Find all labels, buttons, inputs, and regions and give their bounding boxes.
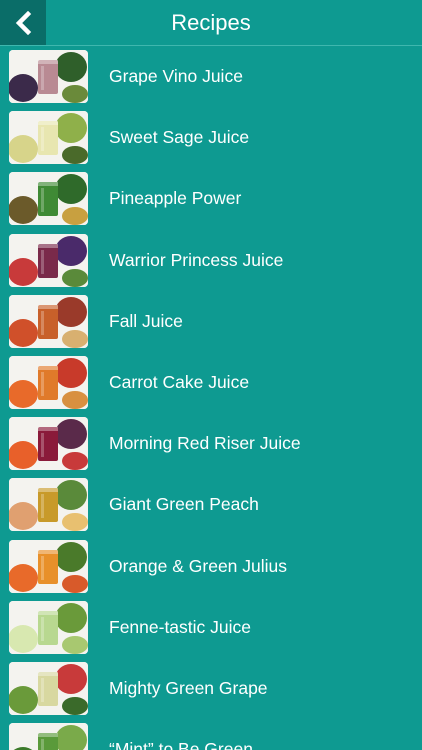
recipe-row[interactable]: Carrot Cake Juice [0,352,422,413]
recipe-list[interactable]: Grape Vino Juice Sweet Sage Juice Pineappl… [0,46,422,750]
recipe-row[interactable]: Fall Juice [0,291,422,352]
recipe-thumbnail [9,417,88,471]
recipe-label: Sweet Sage Juice [109,127,250,148]
recipe-photo [9,172,88,226]
recipe-photo [9,723,88,750]
recipe-label: Orange & Green Julius [109,555,288,576]
recipe-label: Grape Vino Juice [109,66,243,86]
recipe-thumbnail [9,233,88,287]
recipe-photo [9,50,88,103]
recipe-row[interactable]: Sweet Sage Juice [0,107,422,168]
recipe-photo [9,478,88,532]
recipe-label: Fenne-tastic Juice [109,616,252,637]
recipe-photo [9,417,88,471]
recipe-photo [9,294,88,348]
recipe-label: Fall Juice [109,310,183,331]
recipe-row[interactable]: Pineapple Power [0,168,422,229]
recipe-label: Carrot Cake Juice [109,371,250,392]
recipe-row[interactable]: Mighty Green Grape [0,658,422,719]
back-button[interactable] [0,0,46,45]
chevron-left-icon [15,10,32,35]
recipe-row[interactable]: Fenne-tastic Juice [0,597,422,658]
recipe-photo [9,111,88,165]
recipe-label: Warrior Princess Juice [109,249,284,270]
page-title: Recipes [171,10,251,35]
recipe-thumbnail [9,172,88,226]
recipe-thumbnail [9,478,88,532]
navigation-bar: Recipes [0,0,422,46]
recipe-photo [9,539,88,593]
recipe-photo [9,233,88,287]
recipe-thumbnail [9,600,88,654]
recipe-thumbnail [9,539,88,593]
recipe-label: Giant Green Peach [109,494,259,515]
recipe-thumbnail [9,294,88,348]
recipe-label: Mighty Green Grape [109,677,268,698]
recipe-row[interactable]: Orange & Green Julius [0,536,422,597]
recipe-label: Morning Red Riser Juice [109,433,301,454]
recipe-photo [9,600,88,654]
recipe-row[interactable]: “Mint” to Be Green [0,719,422,750]
recipe-photo [9,355,88,409]
recipe-row[interactable]: Grape Vino Juice [0,46,422,107]
recipe-row[interactable]: Warrior Princess Juice [0,230,422,291]
recipe-thumbnail [9,50,88,103]
recipe-label: Pineapple Power [109,188,242,209]
recipe-thumbnail [9,355,88,409]
recipe-photo [9,661,88,715]
recipe-thumbnail [9,661,88,715]
recipe-thumbnail [9,723,88,750]
recipe-row[interactable]: Giant Green Peach [0,474,422,535]
recipe-thumbnail [9,111,88,165]
recipe-label: “Mint” to Be Green [109,739,253,750]
recipe-row[interactable]: Morning Red Riser Juice [0,413,422,474]
